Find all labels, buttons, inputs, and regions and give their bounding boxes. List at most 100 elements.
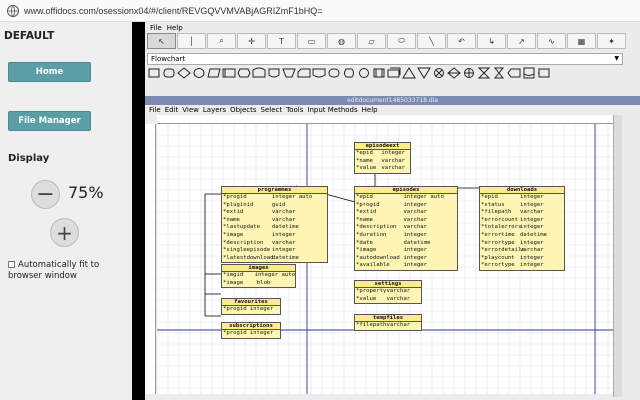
table-settings[interactable]: settings *property varchar *value varchar	[354, 280, 422, 305]
flowchart-shape-6-icon[interactable]	[222, 67, 236, 79]
table-header: episodeext	[355, 143, 410, 150]
table-row: *filepath varchar	[355, 322, 421, 330]
flowchart-shape-11-icon[interactable]	[297, 67, 311, 79]
flowchart-shape-4-icon[interactable]	[192, 67, 206, 79]
column-name: *duration	[356, 231, 387, 238]
flowchart-shape-14-icon[interactable]	[342, 67, 356, 79]
box-tool-button[interactable]: ▭	[297, 33, 326, 49]
menu-help[interactable]: Help	[362, 106, 378, 114]
column-type: varchar	[271, 209, 296, 216]
menu-view[interactable]: View	[182, 106, 199, 114]
address-bar[interactable]: www.offidocs.com/osessionx04/#/client/RE…	[0, 0, 640, 22]
pointer-tool-button[interactable]: ↖	[147, 33, 176, 49]
menu-select[interactable]: Select	[261, 106, 283, 114]
flowchart-shape-19-icon[interactable]	[417, 67, 431, 79]
table-favourites[interactable]: favourites *progid integer	[221, 298, 281, 315]
flowchart-shape-23-icon[interactable]	[477, 67, 491, 79]
flowchart-shape-9-icon[interactable]	[267, 67, 281, 79]
flowchart-shape-16-icon[interactable]	[372, 67, 386, 79]
text-cursor-icon: │	[189, 36, 194, 46]
text-cursor-tool-button[interactable]: │	[177, 33, 206, 49]
menu-file[interactable]: File	[150, 24, 162, 32]
home-button[interactable]: Home	[8, 62, 91, 82]
column-name: *date	[356, 239, 373, 246]
table-row: *name varchar	[355, 158, 410, 166]
flowchart-shape-2-icon[interactable]	[162, 67, 176, 79]
flowchart-shape-13-icon[interactable]	[327, 67, 341, 79]
flowchart-shape-12-icon[interactable]	[312, 67, 326, 79]
flowchart-shape-21-icon[interactable]	[447, 67, 461, 79]
column-name: *image	[223, 231, 244, 238]
flowchart-shape-3-icon[interactable]	[177, 67, 191, 79]
zigzag-tool-button[interactable]: ↳	[477, 33, 506, 49]
table-row: *progid integer auto	[222, 194, 327, 202]
column-name: *pluginid	[223, 201, 254, 208]
zoom-out-button[interactable]: −	[31, 180, 60, 209]
flowchart-shape-17-icon[interactable]	[387, 67, 401, 79]
flowchart-shape-24-icon[interactable]	[492, 67, 506, 79]
flowchart-shape-25-icon[interactable]	[507, 67, 521, 79]
menu-input-methods[interactable]: Input Methods	[307, 106, 357, 114]
table-row: *epid integer	[480, 194, 564, 202]
text-tool-tool-button[interactable]: T	[267, 33, 296, 49]
file-manager-button[interactable]: File Manager	[8, 111, 91, 131]
autofit-option[interactable]: Automatically fit to browser window	[8, 260, 130, 282]
magnify-icon: ⌕	[219, 36, 224, 45]
arc-tool-button[interactable]: ↶	[447, 33, 476, 49]
column-name: *progid	[223, 330, 247, 336]
column-name: *playcount	[481, 254, 515, 261]
image-tool-button[interactable]: ▦	[567, 33, 596, 49]
polygon-tool-button[interactable]: ▱	[357, 33, 386, 49]
menu-file[interactable]: File	[149, 106, 161, 114]
table-episodes[interactable]: episodes *epid integer auto *progid integer *…	[354, 186, 458, 271]
flowchart-shape-20-icon[interactable]	[432, 67, 446, 79]
column-name: *epid	[356, 150, 373, 156]
magnify-tool-button[interactable]: ⌕	[207, 33, 236, 49]
column-type: integer	[403, 247, 428, 254]
flowchart-shape-1-icon[interactable]	[147, 67, 161, 79]
menu-objects[interactable]: Objects	[230, 106, 256, 114]
table-episodeext[interactable]: episodeext *epid integer *name varchar *value…	[354, 142, 411, 174]
beziergon-tool-button[interactable]: ⬭	[387, 33, 416, 49]
menu-edit[interactable]: Edit	[165, 106, 179, 114]
line-tool-button[interactable]: ╲	[417, 33, 446, 49]
column-type: varchar	[386, 288, 411, 294]
bezier-tool-button[interactable]: ∿	[537, 33, 566, 49]
table-downloads[interactable]: downloads *epid integer *status integer *file…	[479, 186, 565, 271]
menu-tools[interactable]: Tools	[286, 106, 303, 114]
flowchart-shape-8-icon[interactable]	[252, 67, 266, 79]
zoom-in-button[interactable]: +	[50, 218, 79, 247]
flowchart-shape-26-icon[interactable]	[522, 67, 536, 79]
column-name: *errortype	[481, 262, 515, 269]
flowchart-shape-27-icon[interactable]	[537, 67, 551, 79]
menu-help[interactable]: Help	[167, 24, 183, 32]
table-tempfiles[interactable]: tempfiles *filepath varchar	[354, 314, 422, 331]
move-tool-button[interactable]: ✛	[237, 33, 266, 49]
table-row: *totalerrors integer	[480, 224, 564, 232]
flowchart-shape-18-icon[interactable]	[402, 67, 416, 79]
table-row: *epid integer	[355, 150, 410, 158]
table-subscriptions[interactable]: subscriptions *progid integer	[221, 322, 281, 339]
flowchart-shape-7-icon[interactable]	[237, 67, 251, 79]
sidebar: DEFAULT Home File Manager Display − 75% …	[0, 22, 132, 400]
polyline-tool-button[interactable]: ↗	[507, 33, 536, 49]
table-images[interactable]: images *imgid integer auto *image blob	[221, 264, 296, 289]
flowchart-shape-15-icon[interactable]	[357, 67, 371, 79]
flowchart-shape-22-icon[interactable]	[462, 67, 476, 79]
table-programmes[interactable]: programmes *progid integer auto *pluginid gu…	[221, 186, 328, 264]
diagram-canvas[interactable]: episodeext *epid integer *name varchar *value…	[157, 124, 613, 394]
url-text[interactable]: www.offidocs.com/osessionx04/#/client/RE…	[24, 6, 323, 16]
ellipse-tool-button[interactable]: ◍	[327, 33, 356, 49]
table-row: *description varchar	[355, 224, 457, 232]
table-row: *image blob	[222, 280, 295, 288]
table-row: *status integer	[480, 202, 564, 210]
flowchart-shape-5-icon[interactable]	[207, 67, 221, 79]
outline-tool-button[interactable]: ✦	[597, 33, 626, 49]
column-type: guid	[271, 201, 286, 208]
column-name: *totalerrors	[481, 224, 522, 231]
autofit-checkbox[interactable]	[8, 261, 15, 268]
flowchart-shape-10-icon[interactable]	[282, 67, 296, 79]
sheet-selector[interactable]: Flowchart ▼	[147, 53, 623, 65]
menu-layers[interactable]: Layers	[203, 106, 226, 114]
vertical-scrollbar[interactable]	[613, 115, 622, 397]
